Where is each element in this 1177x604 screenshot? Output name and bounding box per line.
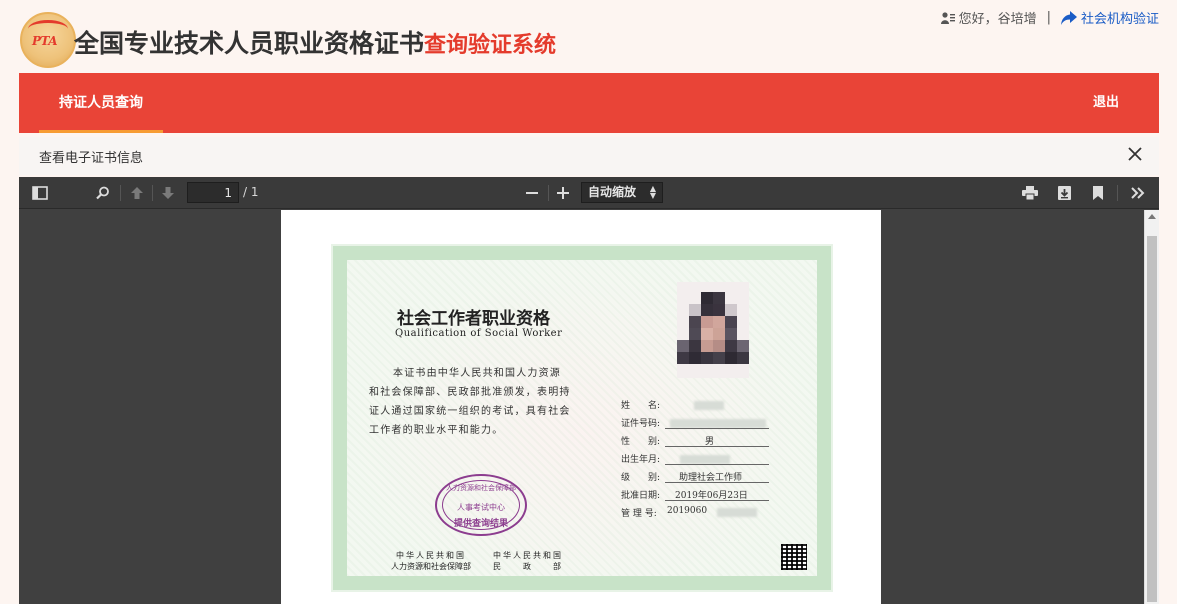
seal-mid-text: 人事考试中心 [457,503,505,512]
field-underline [665,500,769,501]
print-button[interactable] [1019,183,1041,203]
field-underline [665,482,769,483]
bookmark-button[interactable] [1087,183,1109,203]
field-row: 管 理 号: 2019060 [621,506,757,520]
arrow-up-icon [131,187,143,199]
vertical-scrollbar[interactable] [1144,210,1159,604]
close-icon[interactable] [1127,146,1143,162]
official-seal: 人力资源和社会保障部 人事考试中心 提供查询结果 [435,474,527,536]
redacted-value [693,401,724,410]
share-icon [1060,10,1077,25]
toolbar-divider [548,185,549,201]
pdf-toolbar: / 1 自动缩放 ▲▼ [19,177,1159,209]
prev-page-button[interactable] [126,183,148,203]
seal-bottom-text: 提供查询结果 [453,519,508,529]
field-underline [665,464,769,465]
arrow-down-icon [162,187,174,199]
qr-code [781,544,807,570]
double-chevron-right-icon [1131,187,1145,199]
user-greeting: 您好，谷培增 [958,12,1037,27]
sidebar-toggle-button[interactable] [29,183,51,203]
field-label: 证件号码: [621,419,661,429]
field-underline [665,446,769,447]
user-icon [940,11,955,24]
toolbar-divider [120,185,121,201]
nav-item-holder-query[interactable]: 持证人员查询 [39,73,163,133]
pdf-viewer: / 1 自动缩放 ▲▼ [19,177,1159,604]
zoom-in-button[interactable] [552,183,574,203]
toolbar-divider [1117,185,1118,201]
field-row: 姓 名: [621,398,724,412]
download-icon [1057,186,1071,200]
field-row: 批准日期: 2019年06月23日 [621,488,769,502]
issuer-right: 中华人民共和国 民 政 部 [493,550,563,572]
issuer-left-line2: 人力资源和社会保障部 [391,562,471,571]
zoom-select[interactable]: 自动缩放 ▲ ▼ [581,182,663,203]
org-verify-link[interactable]: 社会机构验证 [1060,8,1159,27]
pdf-page: 社会工作者职业资格 Qualification of Social Worker… [281,210,881,604]
select-arrows-icon: ▲ ▼ [649,184,656,200]
printer-icon [1022,186,1038,200]
redacted-value [679,455,730,464]
zoom-value: 自动缩放 [588,185,637,199]
user-area: 您好，谷培增 | 社会机构验证 [940,8,1159,27]
field-row: 性 别: 男 [621,434,769,448]
bookmark-icon [1093,186,1103,200]
issuer-right-line1: 中华人民共和国 [493,551,563,560]
next-page-button[interactable] [157,183,179,203]
field-row: 级 别: 助理社会工作师 [621,470,769,484]
issuer-left-line1: 中华人民共和国 [396,551,466,560]
field-underline [665,428,769,429]
search-icon [96,186,109,200]
field-label: 出生年月: [621,455,661,465]
redacted-value [717,508,757,517]
main-navbar: 持证人员查询 退出 [19,73,1159,133]
find-button[interactable] [92,183,114,203]
minus-icon [526,192,538,194]
field-label: 批准日期: [621,491,661,501]
panel-header: 查看电子证书信息 [19,137,1159,175]
toolbar-divider [152,185,153,201]
site-header: PTA 全国专业技术人员职业资格证书查询验证系统 您好，谷培增 | 社会机构验证 [0,0,1177,73]
org-verify-label: 社会机构验证 [1080,12,1159,27]
site-title-main: 全国专业技术人员职业资格证书 [74,29,425,58]
field-label: 管 理 号: [621,509,657,519]
holder-photo [677,282,749,378]
issuer-left: 中华人民共和国 人力资源和社会保障部 [391,550,471,572]
tools-button[interactable] [1127,183,1149,203]
certificate-title: 社会工作者职业资格 [397,309,550,329]
issuer-right-line2: 民 政 部 [493,562,563,571]
site-title-sub: 查询验证系统 [424,33,557,58]
logout-button[interactable]: 退出 [1093,73,1119,133]
sidebar-icon [32,186,48,200]
field-row: 出生年月: [621,452,769,466]
pta-logo: PTA [20,12,76,68]
scroll-thumb[interactable] [1147,236,1157,602]
field-row: 证件号码: [621,416,769,430]
redacted-value [669,419,766,428]
field-label: 姓 名: [621,401,661,411]
field-value: 2019060 [667,506,708,516]
certificate: 社会工作者职业资格 Qualification of Social Worker… [333,246,831,590]
field-label: 级 别: [621,473,661,483]
panel-title: 查看电子证书信息 [39,151,144,166]
header-separator: | [1046,10,1051,25]
document-area[interactable]: 社会工作者职业资格 Qualification of Social Worker… [19,210,1144,604]
plus-icon [557,187,569,199]
download-button[interactable] [1053,183,1075,203]
certificate-subtitle: Qualification of Social Worker [395,328,563,339]
scroll-up-arrow-icon[interactable] [1148,214,1156,219]
site-title: 全国专业技术人员职业资格证书查询验证系统 [74,24,556,60]
logo-text: PTA [32,34,58,48]
page-total: / 1 [243,185,259,199]
page-number-input[interactable] [187,182,239,203]
certificate-body: 本证书由中华人民共和国人力资源和社会保障部、民政部批准颁发，表明持证人通过国家统… [369,368,571,436]
field-label: 性 别: [621,437,661,447]
zoom-out-button[interactable] [521,183,543,203]
seal-top-text: 人力资源和社会保障部 [446,484,516,492]
